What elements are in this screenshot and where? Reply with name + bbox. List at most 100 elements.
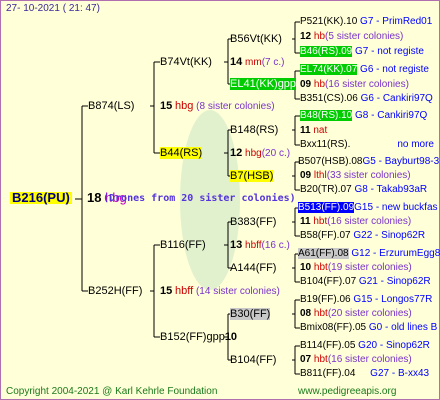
gen1-a-year: 15 — [160, 100, 173, 112]
gen4-info: G27 - B-xx43 — [370, 368, 430, 379]
gen2-b2-id[interactable]: B152(FF)gpp10 — [160, 331, 237, 343]
gen4-code: hb — [313, 79, 326, 90]
gen4-row[interactable]: B58(FF).07 G22 - Sinop62R — [300, 230, 425, 242]
root-queen-id[interactable]: B216(PU) — [10, 191, 72, 204]
gen4-mating: 09 hb(16 sister colonies) — [300, 79, 409, 91]
gen4-info: G6 - not registe — [360, 64, 429, 75]
gen4-row[interactable]: P521(KK).10 G7 - PrimRed01 — [300, 16, 432, 28]
gen4-mating: 11 hbt(16 sister colonies) — [300, 216, 411, 228]
gen3-b2a[interactable]: B30(FF) — [230, 308, 271, 320]
gen4-row[interactable]: Bmix08(FF).05 G0 - old lines B — [300, 322, 437, 334]
gen1-b-code: hbff — [175, 285, 194, 297]
gen4-id: B20(TR).07 — [300, 184, 352, 195]
gen4-mating: 11 nat — [300, 125, 327, 137]
gen4-row[interactable]: B507(HSB).08G5 - Bayburt98-3 — [298, 156, 439, 168]
gen4-note: (33 sister colonies) — [326, 170, 411, 181]
report-date: 27- 10-2021 ( 21: 47) — [6, 3, 100, 14]
gen4-year: 10 — [300, 262, 312, 273]
gen2-a2-id[interactable]: B44(RS) — [160, 147, 203, 159]
gen4-id: B19(FF).06 — [300, 294, 351, 305]
gen4-mating: 07 hbt(16 sister colonies) — [300, 354, 412, 366]
gen4-id: P521(KK).10 — [300, 16, 358, 27]
gen2-b2-id-text: B152(FF)gpp — [160, 331, 225, 343]
gen2-a1-id[interactable]: B74Vt(KK) — [160, 56, 212, 68]
gen2-a2-note: (20 c.) — [261, 148, 291, 159]
gen4-mating: 08 hbt(20 sister colonies) — [300, 308, 412, 320]
gen4-year: 12 — [300, 31, 312, 42]
gen4-year: 09 — [300, 170, 312, 181]
gen2-b1-info: 13 hbff(16 c.) — [230, 239, 290, 252]
gen3-a2b[interactable]: B7(HSB) — [230, 170, 274, 182]
gen4-row[interactable]: B20(TR).07 G8 - Takab93aR — [300, 184, 427, 196]
gen4-year: 07 — [300, 354, 312, 365]
gen4-row[interactable]: Bxx11(RS). no more — [300, 139, 434, 151]
gen1-b-id[interactable]: B252H(FF) — [88, 285, 142, 297]
gen2-a2-code: hbg — [245, 148, 262, 159]
gen4-year: 08 — [300, 308, 312, 319]
gen4-row[interactable]: B104(FF).07 G21 - Sinop62R — [300, 276, 431, 288]
gen4-row[interactable]: B114(FF).05 G20 - Sinop62R — [300, 340, 430, 352]
gen4-id: EL74(KK).07 — [300, 64, 358, 75]
gen3-b2b[interactable]: B104(FF) — [230, 354, 276, 366]
gen1-b-info: 15 hbff (14 sister colonies) — [160, 285, 280, 298]
gen3-a2a[interactable]: B148(RS) — [230, 124, 278, 136]
gen4-year: 11 — [300, 216, 311, 227]
gen4-info: no more — [397, 139, 434, 150]
gen3-a1a[interactable]: B56Vt(KK) — [230, 33, 282, 45]
gen2-b2-year: 10 — [224, 331, 238, 343]
gen4-row[interactable]: B48(RS).10 G8 - Cankiri97Q — [300, 110, 427, 122]
gen4-note: (16 sister colonies) — [327, 354, 412, 365]
gen4-code: hbt — [313, 308, 328, 319]
gen4-row[interactable]: B46(RS).09 G7 - not registe — [300, 46, 424, 58]
gen1-a-note: (8 sister colonies) — [196, 101, 275, 112]
gen4-row[interactable]: B811(FF).04 G27 - B-xx43 — [300, 368, 429, 380]
gen1-a-id[interactable]: B874(LS) — [88, 100, 134, 112]
gen4-id: B48(RS).10 — [300, 110, 353, 121]
gen4-row[interactable]: B351(CS).06 G6 - Cankiri97Q — [300, 93, 433, 105]
gen4-info: G0 - old lines B — [368, 322, 438, 333]
gen2-a1-code: mm — [245, 57, 262, 68]
gen3-b1a[interactable]: B383(FF) — [230, 216, 276, 228]
gen4-row[interactable]: A61(FF).08 G12 - ErzurumEgg8 — [298, 248, 440, 260]
gen4-year: 11 — [300, 125, 311, 136]
gen4-info: G15 - new buckfas — [354, 202, 438, 213]
gen4-row[interactable]: EL74(KK).07 G6 - not registe — [300, 64, 429, 76]
footer-site-link[interactable]: www.pedigreeapis.org — [298, 386, 396, 397]
footer-copyright: Copyright 2004-2021 @ Karl Kehrle Founda… — [6, 386, 218, 397]
gen1-b-note: (14 sister colonies) — [195, 286, 280, 297]
gen2-a1-note: (7 c.) — [261, 57, 285, 68]
gen4-id: B507(HSB).08 — [298, 156, 363, 167]
gen2-b1-id[interactable]: B116(FF) — [160, 239, 206, 251]
gen4-note: (20 sister colonies) — [327, 308, 412, 319]
gen4-note: (16 sister colonies) — [325, 79, 409, 90]
gen4-code: hbt — [313, 262, 328, 273]
gen4-info: G12 - ErzurumEgg8 — [351, 248, 440, 259]
gen2-a1-year: 14 — [230, 56, 243, 68]
gen4-id: B351(CS).06 — [300, 93, 358, 104]
gen4-note: (5 sister colonies) — [325, 31, 404, 42]
gen4-row[interactable]: B19(FF).06 G15 - Longos77R — [300, 294, 432, 306]
gen2-a2-info: 12 hbg(20 c.) — [230, 147, 290, 160]
gen3-a1b[interactable]: EL41(KK)gpp — [230, 78, 297, 90]
gen2-b1-code: hbff — [245, 240, 262, 251]
root-drone-note: (Drones from 20 sister colonies) — [103, 193, 296, 204]
root-year: 18 — [87, 190, 102, 205]
gen4-note: (16 sister colonies) — [327, 216, 412, 227]
gen4-mating: 12 hb(5 sister colonies) — [300, 31, 403, 43]
gen4-info: G6 - Cankiri97Q — [360, 93, 433, 104]
gen4-code: hb — [313, 31, 326, 42]
gen4-info: G8 - Cankiri97Q — [355, 110, 428, 121]
gen1-a-info: 15 hbg (8 sister colonies) — [160, 100, 275, 113]
gen4-id: B811(FF).04 — [300, 368, 356, 379]
gen4-code: hbt — [313, 216, 328, 227]
gen3-b1b[interactable]: A144(FF) — [230, 262, 276, 274]
gen4-info: G8 - Takab93aR — [354, 184, 428, 195]
gen4-info: G22 - Sinop62R — [353, 230, 426, 241]
gen4-info: G7 - PrimRed01 — [360, 16, 433, 27]
gen4-row[interactable]: B513(FF).09G15 - new buckfas — [298, 202, 438, 214]
gen4-code: nat — [313, 125, 328, 136]
gen4-mating: 10 hbt(19 sister colonies) — [300, 262, 412, 274]
gen4-id: B58(FF).07 — [300, 230, 351, 241]
gen4-mating: 09 lthl(33 sister colonies) — [300, 170, 411, 182]
gen4-id: B46(RS).09 — [300, 46, 353, 57]
